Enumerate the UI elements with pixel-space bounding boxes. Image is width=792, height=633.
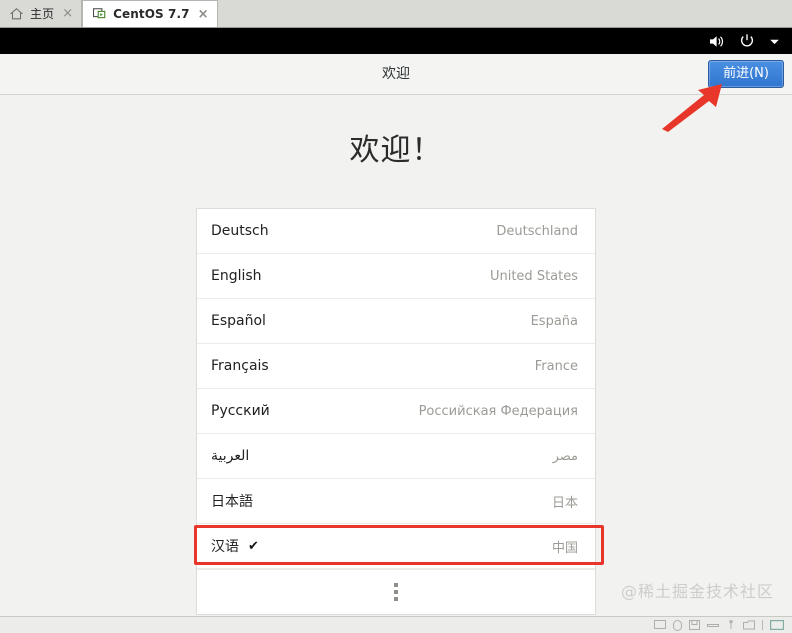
list-item[interactable]: Français France [197, 344, 595, 389]
language-name: Español [211, 313, 266, 329]
language-region: Российская Федерация [418, 403, 578, 419]
status-bar [0, 616, 792, 633]
more-languages-row[interactable] [197, 569, 595, 614]
language-name-label: 汉语 [211, 539, 239, 555]
list-item[interactable]: Español España [197, 299, 595, 344]
network-icon[interactable] [707, 621, 719, 630]
home-icon [9, 7, 24, 21]
vm-screen-icon [92, 7, 107, 21]
system-top-bar [0, 28, 792, 54]
tab-centos-label: CentOS 7.7 [113, 7, 190, 21]
disk-icon[interactable] [689, 620, 700, 630]
more-options-icon [394, 583, 398, 601]
continue-button[interactable]: 前进(N) [708, 60, 784, 88]
welcome-page: 欢迎！ Deutsch Deutschland English United S… [0, 95, 792, 616]
display-icon[interactable] [654, 620, 666, 630]
tab-bar: 主页 × CentOS 7.7 × [0, 0, 792, 28]
language-region: 日本 [551, 495, 578, 511]
app-header: 欢迎 前进(N) [0, 54, 792, 95]
language-name: Русский [211, 403, 270, 419]
list-item[interactable]: Русский Российская Федерация [197, 389, 595, 434]
language-name: 汉语 ✔ [211, 536, 259, 556]
welcome-heading: 欢迎！ [349, 133, 443, 168]
vm-state-icon[interactable] [770, 620, 784, 630]
chevron-down-icon[interactable] [768, 35, 781, 48]
language-name: 日本語 [211, 494, 253, 510]
list-item-selected[interactable]: 汉语 ✔ 中国 [197, 524, 595, 569]
language-list[interactable]: Deutsch Deutschland English United State… [196, 208, 596, 615]
close-icon[interactable]: × [62, 7, 73, 20]
list-item[interactable]: Deutsch Deutschland [197, 209, 595, 254]
watermark: @稀土掘金技术社区 [620, 582, 774, 601]
status-separator [762, 620, 763, 630]
power-icon[interactable] [739, 33, 755, 49]
list-item[interactable]: English United States [197, 254, 595, 299]
language-region: France [534, 358, 578, 374]
language-region: United States [489, 268, 578, 284]
language-region: مصر [552, 448, 578, 464]
tab-home-label: 主页 [30, 7, 55, 21]
screen: 主页 × CentOS 7.7 × 欢迎 前进(N) 欢迎！ Deutsch D… [0, 0, 792, 633]
language-name: Français [211, 358, 269, 374]
language-region: España [530, 313, 578, 329]
folder-icon[interactable] [743, 620, 755, 630]
language-region: Deutschland [496, 223, 578, 239]
usb-icon[interactable] [726, 620, 736, 630]
page-title: 欢迎 [382, 66, 410, 82]
mouse-icon[interactable] [673, 619, 682, 631]
check-icon: ✔ [248, 538, 259, 554]
tab-centos[interactable]: CentOS 7.7 × [82, 0, 218, 27]
volume-icon[interactable] [709, 34, 726, 49]
language-name: Deutsch [211, 223, 269, 239]
language-name: العربية [211, 448, 250, 464]
list-item[interactable]: العربية مصر [197, 434, 595, 479]
language-name: English [211, 268, 262, 284]
list-item[interactable]: 日本語 日本 [197, 479, 595, 524]
language-region: 中国 [551, 540, 578, 556]
close-icon[interactable]: × [198, 8, 209, 21]
tab-home[interactable]: 主页 × [0, 0, 83, 27]
